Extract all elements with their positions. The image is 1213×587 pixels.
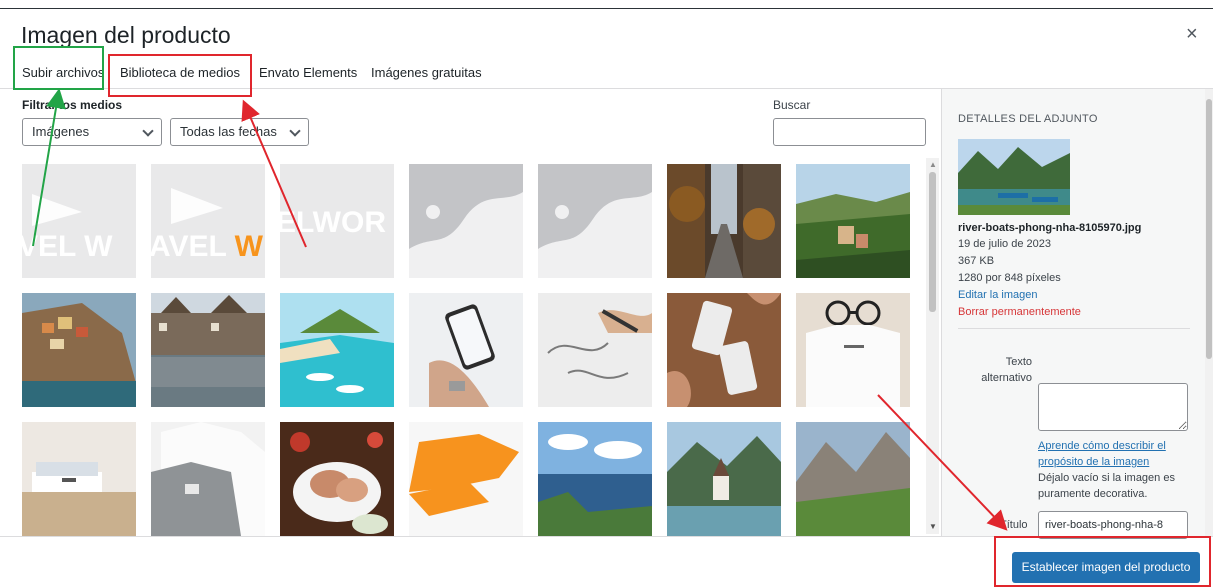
chevron-down-icon (142, 125, 154, 137)
media-thumb-placeholder-1[interactable] (409, 164, 523, 278)
media-date-select-value: Todas las fechas (180, 124, 277, 139)
alt-text-label: Texto alternativo (958, 354, 1032, 386)
attachment-details-title: DETALLES DEL ADJUNTO (958, 113, 1098, 125)
media-tabs: Subir archivos Biblioteca de medios Enva… (13, 58, 1213, 88)
attachment-filename: river-boats-phong-nha-8105970.jpg (958, 222, 1142, 234)
chevron-down-icon (289, 125, 301, 137)
sidebar-scrollbar-thumb[interactable] (1206, 99, 1212, 359)
svg-text:AVEL W: AVEL W (151, 230, 264, 263)
thumb-text: ELWOR (280, 206, 386, 239)
attachment-preview (958, 139, 1070, 215)
media-date-select[interactable]: Todas las fechas (170, 118, 309, 146)
filter-media-label: Filtrar los medios (22, 98, 123, 112)
sidebar-scrollbar[interactable] (1205, 89, 1213, 536)
media-thumb-sea-cliffs[interactable] (538, 422, 652, 536)
media-grid-scrollbar[interactable]: ▲ ▼ (926, 158, 939, 534)
close-icon[interactable]: × (1186, 24, 1198, 44)
media-thumb-tshirts-stack[interactable] (151, 422, 265, 536)
alt-text-help-link[interactable]: Aprende cómo describir el propósito de l… (1038, 438, 1178, 470)
media-thumb-phones-table[interactable] (667, 293, 781, 407)
set-product-image-button[interactable]: Establecer imagen del producto (1012, 552, 1200, 583)
media-thumb-travel-logo-2[interactable]: AVEL W (151, 164, 265, 278)
attachment-date: 19 de julio de 2023 (958, 238, 1051, 250)
modal-top-border (0, 8, 1213, 9)
media-thumb-city-street[interactable] (667, 164, 781, 278)
tab-upload-files[interactable]: Subir archivos (22, 58, 104, 88)
tab-free-images[interactable]: Imágenes gratuitas (371, 58, 482, 88)
scrollbar-thumb[interactable] (929, 172, 936, 312)
search-input[interactable] (773, 118, 926, 146)
edit-image-link[interactable]: Editar la imagen (958, 289, 1038, 301)
media-thumb-orange-shape[interactable] (409, 422, 523, 536)
media-type-select-value: Imágenes (32, 124, 90, 139)
thumb-text-a: AVEL (151, 230, 235, 263)
attachment-details-panel: DETALLES DEL ADJUNTO river-boats-phong-n… (941, 89, 1213, 539)
media-thumb-cliff-village[interactable] (22, 293, 136, 407)
scroll-down-icon[interactable]: ▼ (929, 522, 937, 531)
thumb-text-b: W (235, 230, 264, 263)
media-thumb-travel-logo-3[interactable]: ELWOR (280, 164, 394, 278)
media-thumb-ice-cream[interactable] (280, 422, 394, 536)
modal-title: Imagen del producto (21, 22, 231, 48)
media-thumb-tropical-beach[interactable] (280, 293, 394, 407)
footer-divider (0, 536, 1213, 537)
media-thumb-tshirt-glasses[interactable] (796, 293, 910, 407)
title-field-input[interactable]: river-boats-phong-nha-8 (1038, 511, 1188, 539)
media-thumb-travel-logo-1[interactable]: VEL W (22, 164, 136, 278)
alt-text-label-line1: Texto (1005, 356, 1032, 368)
media-thumb-sketching[interactable] (538, 293, 652, 407)
media-thumb-canal-houses[interactable] (151, 293, 265, 407)
media-thumb-phone-hand[interactable] (409, 293, 523, 407)
media-grid: VEL W AVEL W ELWOR (22, 164, 922, 536)
scroll-up-icon[interactable]: ▲ (929, 160, 937, 169)
media-thumb-alpine-church[interactable] (667, 422, 781, 536)
title-field-label: Título (1000, 519, 1028, 531)
alt-text-label-line2: alternativo (981, 372, 1032, 384)
search-label: Buscar (773, 98, 811, 112)
attachment-dimensions: 1280 por 848 píxeles (958, 272, 1061, 284)
alt-text-help-text: Déjalo vacío si la imagen es puramente d… (1038, 472, 1175, 500)
sidebar-divider (958, 328, 1190, 329)
thumb-text: VEL W (22, 230, 113, 263)
tab-envato-elements[interactable]: Envato Elements (259, 58, 357, 88)
delete-permanently-link[interactable]: Borrar permanentemente (958, 306, 1081, 318)
media-thumb-folded-shirts[interactable] (22, 422, 136, 536)
alt-text-textarea[interactable] (1038, 383, 1188, 431)
tab-media-library[interactable]: Biblioteca de medios (120, 58, 240, 88)
media-thumb-mountain-valley[interactable] (796, 422, 910, 536)
media-thumb-placeholder-2[interactable] (538, 164, 652, 278)
attachment-size: 367 KB (958, 255, 995, 267)
media-thumb-coastal-town[interactable] (796, 164, 910, 278)
media-type-select[interactable]: Imágenes (22, 118, 162, 146)
